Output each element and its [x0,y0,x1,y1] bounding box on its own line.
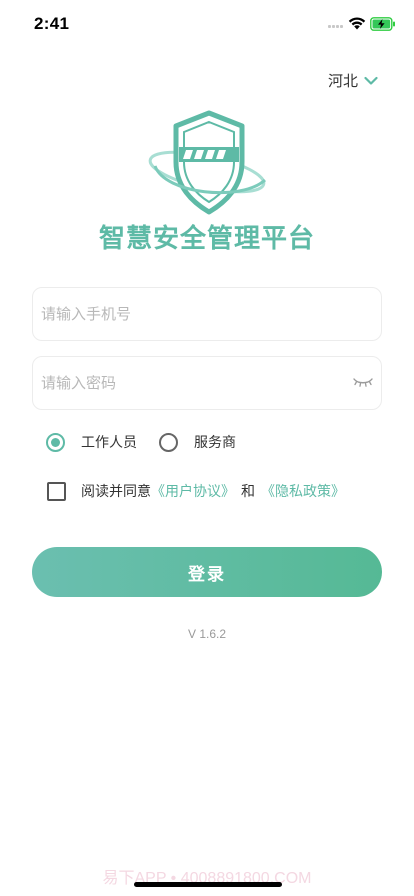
role-label-provider: 服务商 [194,435,236,451]
user-agreement-link[interactable]: 《用户协议》 [151,481,235,501]
privacy-policy-link[interactable]: 《隐私政策》 [261,481,345,501]
radio-checked-icon[interactable] [46,432,65,452]
radio-unchecked-icon[interactable] [159,432,178,452]
battery-charging-icon [370,17,395,31]
region-selector[interactable]: 河北 [328,70,378,91]
home-indicator[interactable] [134,882,282,887]
app-title: 智慧安全管理平台 [98,224,315,254]
chevron-down-icon [364,76,378,85]
version-label: V 1.6.2 [187,627,227,641]
role-selector: 工作人员 服务商 [46,432,258,452]
password-input[interactable] [41,357,351,409]
cellular-signal-icon [328,24,344,28]
phone-field-container [32,287,382,341]
agreement-checkbox[interactable] [47,481,66,501]
status-bar: 2:41 [0,0,414,48]
role-option-provider[interactable]: 服务商 [159,432,236,452]
wifi-icon [348,17,366,30]
password-field-container [32,356,382,410]
agreement-prefix: 阅读并同意 [81,484,151,500]
shield-logo [148,110,267,215]
region-label: 河北 [327,72,358,90]
agreement-row: 阅读并同意 《用户协议》 和 《隐私政策》 [47,481,345,501]
agreement-and: 和 [241,484,255,500]
login-button[interactable]: 登录 [32,547,382,597]
phone-input[interactable] [41,288,351,340]
role-label-staff: 工作人员 [81,435,137,451]
eye-closed-icon[interactable] [353,376,373,388]
role-option-staff[interactable]: 工作人员 [46,432,137,452]
status-time: 2:41 [34,14,70,33]
